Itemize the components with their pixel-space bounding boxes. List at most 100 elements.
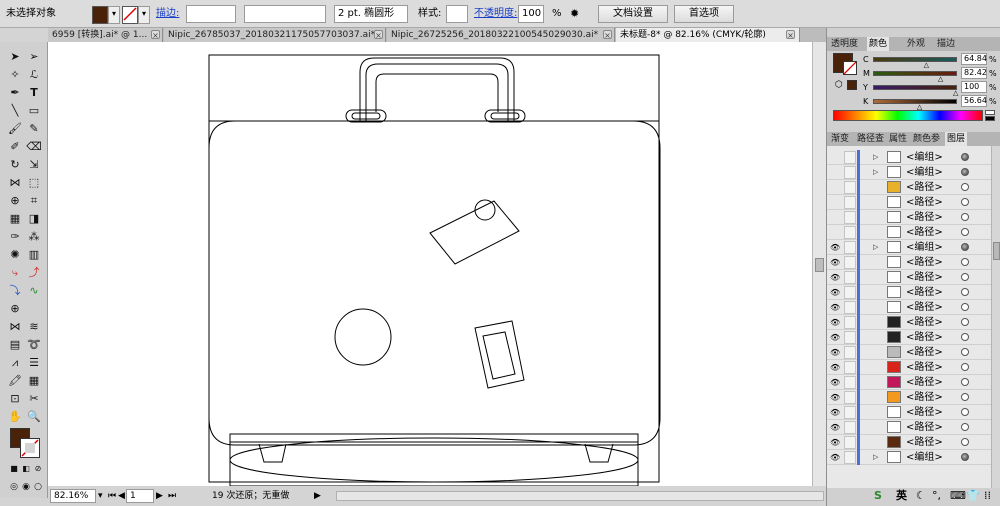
layer-row[interactable]: 👁 <路径> [827, 405, 991, 420]
visibility-eye-icon[interactable]: 👁 [830, 378, 840, 387]
tab-pathfinder[interactable]: 路径查 [855, 132, 886, 146]
visibility-eye-icon[interactable] [830, 228, 840, 237]
sogou-ime-icon[interactable]: S [874, 489, 882, 503]
tab-document-active[interactable]: 未标题-8* @ 82.16% (CMYK/轮廓) [616, 28, 800, 42]
preferences-button[interactable]: 首选项 [674, 5, 734, 23]
scroll-thumb[interactable] [815, 258, 824, 272]
next-artboard-icon[interactable]: ▶ [156, 489, 163, 503]
lock-toggle[interactable] [844, 226, 856, 239]
lock-toggle[interactable] [844, 271, 856, 284]
layer-name[interactable]: <路径> [906, 375, 943, 390]
tab-appearance[interactable]: 外观 [905, 37, 927, 51]
visibility-eye-icon[interactable] [830, 198, 840, 207]
lock-toggle[interactable] [844, 196, 856, 209]
punctuation-icon[interactable]: °, [932, 489, 941, 503]
layer-name[interactable]: <路径> [906, 360, 943, 375]
layer-name[interactable]: <路径> [906, 255, 943, 270]
rotate-tool-icon[interactable]: ↻ [5, 158, 25, 172]
layer-name[interactable]: <路径> [906, 330, 943, 345]
graphic-style-picker[interactable] [446, 5, 468, 23]
black-swatch[interactable] [985, 116, 995, 121]
lock-toggle[interactable] [844, 436, 856, 449]
target-circle-icon[interactable] [961, 168, 969, 176]
opacity-panel-link[interactable]: 不透明度: [474, 5, 517, 23]
skin-icon[interactable]: 👕 [966, 489, 980, 503]
lock-toggle[interactable] [844, 301, 856, 314]
layer-row[interactable]: 👁 ▷ <编组> [827, 450, 991, 465]
stroke-dropdown-arrow[interactable]: ▾ [138, 6, 150, 24]
lock-toggle[interactable] [844, 361, 856, 374]
layer-row[interactable]: <路径> [827, 225, 991, 240]
fill-dropdown-arrow[interactable]: ▾ [108, 6, 120, 24]
target-circle-icon[interactable] [961, 363, 969, 371]
target-circle-icon[interactable] [961, 288, 969, 296]
grid-icon[interactable]: ⁞⁞ [984, 489, 991, 503]
target-circle-icon[interactable] [961, 318, 969, 326]
layers-scrollbar[interactable] [991, 146, 1000, 488]
blob-brush-tool-icon[interactable]: ✐ [5, 140, 25, 154]
expand-triangle-icon[interactable]: ▷ [873, 242, 878, 252]
layer-row[interactable]: 👁 <路径> [827, 390, 991, 405]
layer-row[interactable]: 👁 <路径> [827, 330, 991, 345]
selection-tool-icon[interactable]: ➤ [5, 50, 25, 64]
free-transform-tool-icon[interactable]: ⬚ [24, 176, 44, 190]
layer-name[interactable]: <编组> [906, 150, 943, 165]
lock-toggle[interactable] [844, 241, 856, 254]
layer-row[interactable]: 👁 <路径> [827, 360, 991, 375]
tab-document-3[interactable]: Nipic_26725256_20180322100545029030.ai* [387, 28, 615, 42]
tab-document-2[interactable]: Nipic_26785037_20180321175057703037.ai* [164, 28, 386, 42]
moon-icon[interactable]: ☾ [916, 489, 926, 503]
layer-row[interactable]: 👁 <路径> [827, 270, 991, 285]
close-icon[interactable]: × [151, 30, 160, 40]
layer-name[interactable]: <路径> [906, 390, 943, 405]
visibility-eye-icon[interactable] [830, 168, 840, 177]
target-circle-icon[interactable] [961, 438, 969, 446]
artboard-number-field[interactable]: 1 [126, 489, 154, 503]
tab-transparency[interactable]: 透明度 [829, 37, 860, 51]
white-swatch[interactable] [985, 110, 995, 115]
close-icon[interactable]: × [603, 30, 612, 40]
ime-mode-label[interactable]: 英 [896, 489, 907, 503]
lasso-tool-icon[interactable]: ℒ [24, 68, 44, 82]
layer-name[interactable]: <路径> [906, 210, 943, 225]
keyboard-icon[interactable]: ⌨ [950, 489, 966, 503]
layer-row[interactable]: 👁 ▷ <编组> [827, 240, 991, 255]
target-circle-icon[interactable] [961, 183, 969, 191]
tab-layers[interactable]: 图层 [945, 132, 968, 146]
layer-name[interactable]: <路径> [906, 420, 943, 435]
mesh-tool-icon[interactable]: ▦ [5, 212, 25, 226]
smooth-tool-icon[interactable]: ∿ [24, 284, 44, 298]
warp-tool-icon[interactable]: ≋ [24, 320, 44, 334]
lock-toggle[interactable] [844, 406, 856, 419]
lock-toggle[interactable] [844, 316, 856, 329]
canvas-horizontal-scrollbar[interactable] [336, 491, 824, 501]
layer-name[interactable]: <路径> [906, 225, 943, 240]
layer-name[interactable]: <路径> [906, 180, 943, 195]
opacity-field[interactable]: 100 [518, 5, 544, 23]
paintbrush-tool-icon[interactable]: 🖌 [5, 122, 25, 136]
graph-tool-icon[interactable]: ⩘ [5, 356, 25, 370]
layer-row[interactable]: 👁 <路径> [827, 285, 991, 300]
target-circle-icon[interactable] [961, 303, 969, 311]
visibility-eye-icon[interactable] [830, 213, 840, 222]
tab-color-guide[interactable]: 颜色参 [911, 132, 942, 146]
cyan-slider[interactable] [873, 57, 957, 62]
perspective-grid-tool-icon[interactable]: ⌗ [24, 194, 44, 208]
lock-toggle[interactable] [844, 421, 856, 434]
magic-wand-tool-icon[interactable]: ✧ [5, 68, 25, 82]
layer-name[interactable]: <路径> [906, 405, 943, 420]
target-circle-icon[interactable] [961, 393, 969, 401]
lock-toggle[interactable] [844, 451, 856, 464]
lock-toggle[interactable] [844, 286, 856, 299]
live-paint-tool-icon[interactable]: 🖍 [5, 374, 25, 388]
layer-name[interactable]: <路径> [906, 300, 943, 315]
target-circle-icon[interactable] [961, 153, 969, 161]
blend-tool-icon[interactable]: ⁂ [24, 230, 44, 244]
layer-row[interactable]: 👁 <路径> [827, 420, 991, 435]
tab-document-1[interactable]: 6959 [转换].ai* @ 1... [48, 28, 163, 42]
suitcase-outline-artwork[interactable] [48, 42, 826, 486]
stroke-color-swatch[interactable] [20, 438, 40, 458]
expand-triangle-icon[interactable]: ▷ [873, 167, 878, 177]
visibility-eye-icon[interactable]: 👁 [830, 243, 840, 252]
target-circle-icon[interactable] [961, 453, 969, 461]
